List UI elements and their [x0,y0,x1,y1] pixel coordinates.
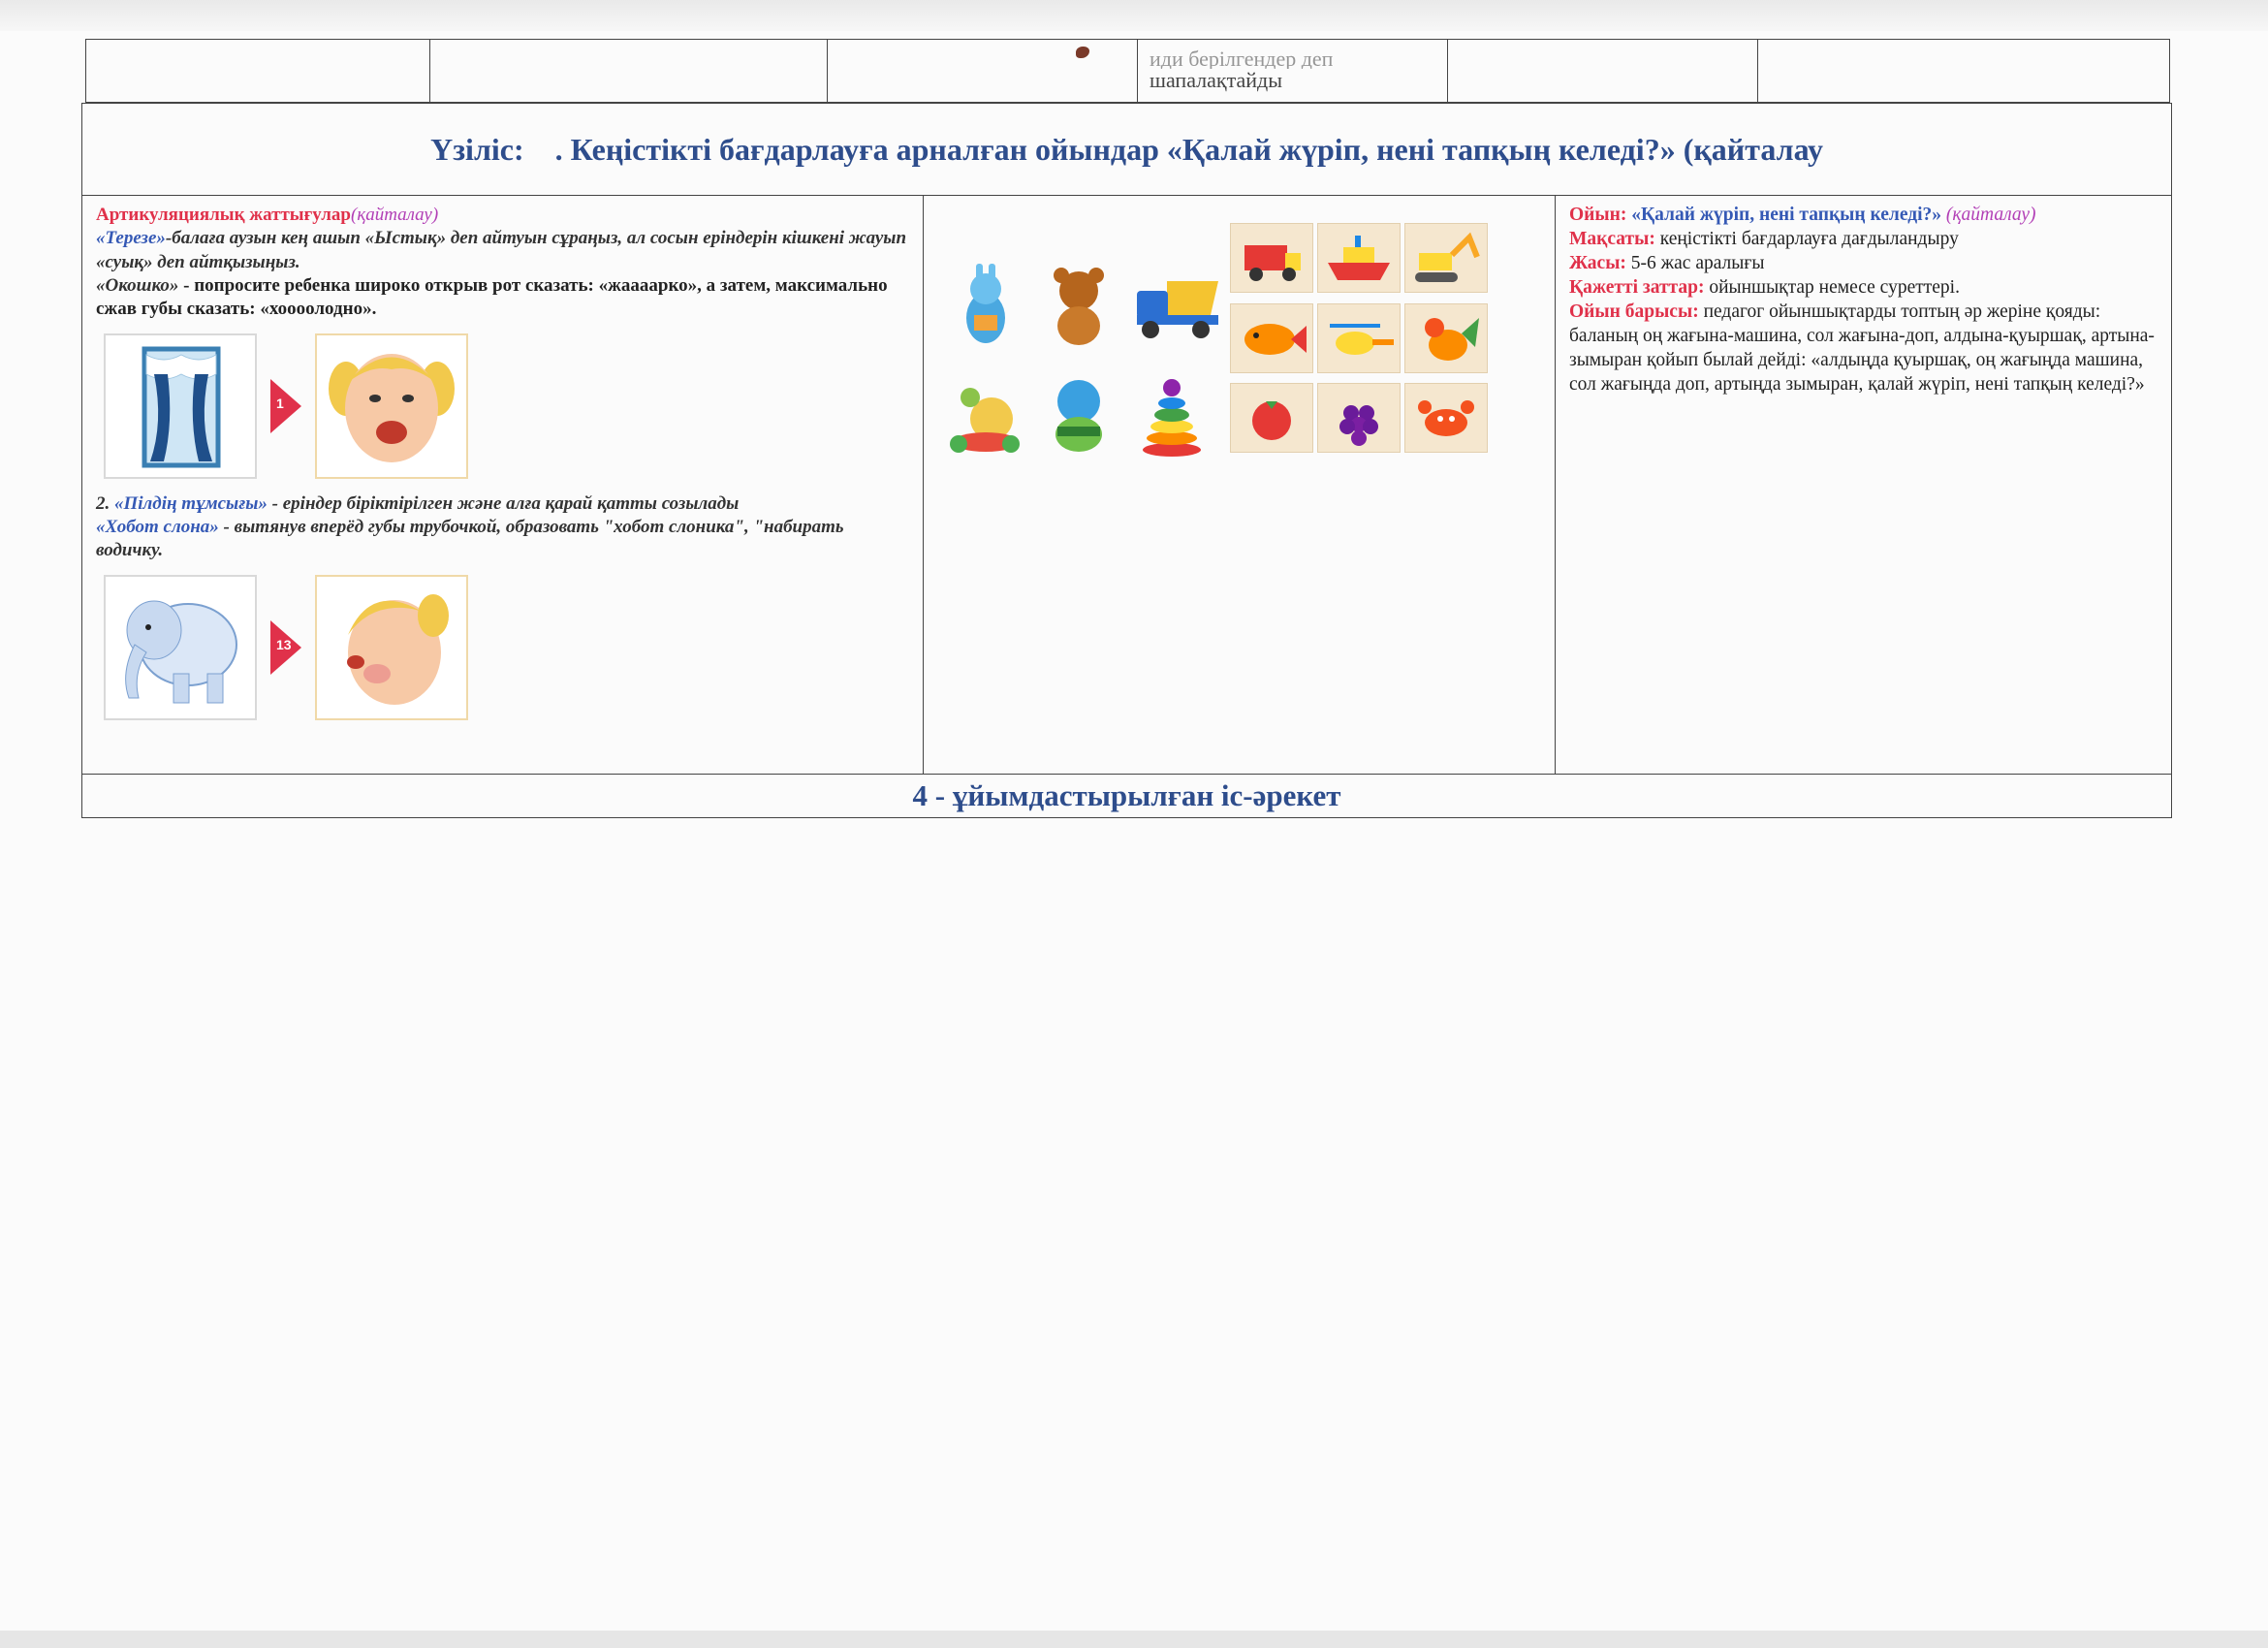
game-description-cell: Ойын: «Қалай жүріп, нені тапқың келеді?»… [1554,195,2173,775]
top-cell-3 [827,39,1138,103]
ex2-text: - еріндер біріктірілген және алға қарай … [267,492,740,514]
content-row: Артикуляциялық жаттығулар(қайталау) «Тер… [81,195,2173,775]
elephant-image [104,574,257,720]
ex1-text: -балаға аузын кең ашып «Ыстық» деп айтуы… [96,228,907,272]
ex1-name: «Терезе» [96,228,166,249]
girl-open-mouth-image [315,333,468,479]
puzzle-helicopter-icon [1317,302,1401,373]
puzzle-fish-icon [1230,302,1313,373]
scan-bottom-edge [0,1631,2268,1648]
ex2-ru-name: «Хобот слона» [96,516,219,537]
top-partial-row: иди берілгендер деп шапалақтайды [85,39,2170,103]
goal-text: кеңістікті бағдарлауға дағдыландыру [1654,228,1959,249]
puzzle-boat-icon [1317,223,1401,293]
top-cell-1 [85,39,430,103]
document-table-area: иди берілгендер деп шапалақтайды Үзіліс:… [80,39,2173,818]
main-table: Үзіліс: . Кеңістікті бағдарлауға арналға… [80,103,2173,818]
articulation-cell: Артикуляциялық жаттығулар(қайталау) «Тер… [81,195,924,775]
section-row: 4 - ұйымдастырылған іс-әрекет [80,774,2173,818]
window-image [104,333,257,479]
articulation-heading: Артикуляциялық жаттығулар [96,205,351,225]
teddy-bear-icon [1054,268,1104,345]
puzzle-rooster-icon [1404,302,1488,373]
game-tag: (қайталау) [1941,205,2036,225]
process-label: Ойын барысы: [1569,301,1699,322]
toys-illustration [937,204,1541,458]
pyramid-toy-icon [1143,379,1201,457]
ex2-prefix: 2. [96,492,114,514]
snail-toy-icon [950,388,1020,453]
puzzle-excavator-icon [1404,223,1488,293]
section-title: 4 - ұйымдастырылған іс-әрекет [80,774,2173,818]
blue-toy-icon [1055,380,1102,452]
puzzle-truck-icon [1230,223,1313,293]
break-row: Үзіліс: . Кеңістікті бағдарлауға арналға… [80,103,2173,196]
ex2-badge: 13 [276,636,292,652]
items-text: ойыншықтар немесе суреттері. [1704,276,1960,298]
dump-truck-icon [1137,281,1218,338]
puzzle-grapes-icon [1317,383,1401,454]
puzzle-tomato-icon [1230,383,1313,454]
top-partial-text-cut: иди берілгендер деп [1150,48,1334,69]
ex1-badge: 1 [276,395,284,411]
top-cell-2 [429,39,828,103]
ex1-ru-name: «Окошко» [96,274,179,296]
puzzle-crab-icon [1404,383,1488,454]
game-label: Ойын: [1569,205,1627,225]
top-cell-5 [1447,39,1758,103]
ex2-name: «Пілдің тұмсығы» [114,492,268,514]
top-cell-6 [1757,39,2170,103]
top-partial-text: шапалақтайды [1150,68,1282,92]
scan-top-edge [0,0,2268,31]
girl-pout-image [315,574,468,720]
age-label: Жасы: [1569,252,1626,273]
bunny-toy-icon [966,264,1005,343]
items-label: Қажетті заттар: [1569,276,1705,298]
ex1-pictures: 1 [104,333,909,479]
ex1-arrow-icon: 1 [270,378,301,433]
toys-grid [947,262,1220,458]
break-label: Үзіліс: [430,131,524,167]
goal-label: Мақсаты: [1569,228,1655,249]
top-cell-4: иди берілгендер деп шапалақтайды [1137,39,1448,103]
ex2-arrow-icon: 13 [270,619,301,675]
break-title-text: . Кеңістікті бағдарлауға арналған ойында… [554,131,1823,167]
puzzles-grid [1230,223,1488,458]
articulation-heading-tag: (қайталау) [351,205,439,225]
age-text: 5-6 жас аралығы [1625,252,1765,273]
ex1-ru-text: - попросите ребенка широко открыв рот ск… [96,274,888,320]
game-name: «Қалай жүріп, нені тапқың келеді?» [1626,205,1942,225]
break-title: Үзіліс: . Кеңістікті бағдарлауға арналға… [80,103,2173,196]
toys-cell [923,195,1556,775]
lesson-plan-table: иди берілгендер деп шапалақтайды [85,39,2170,103]
ex2-pictures: 13 [104,574,909,720]
